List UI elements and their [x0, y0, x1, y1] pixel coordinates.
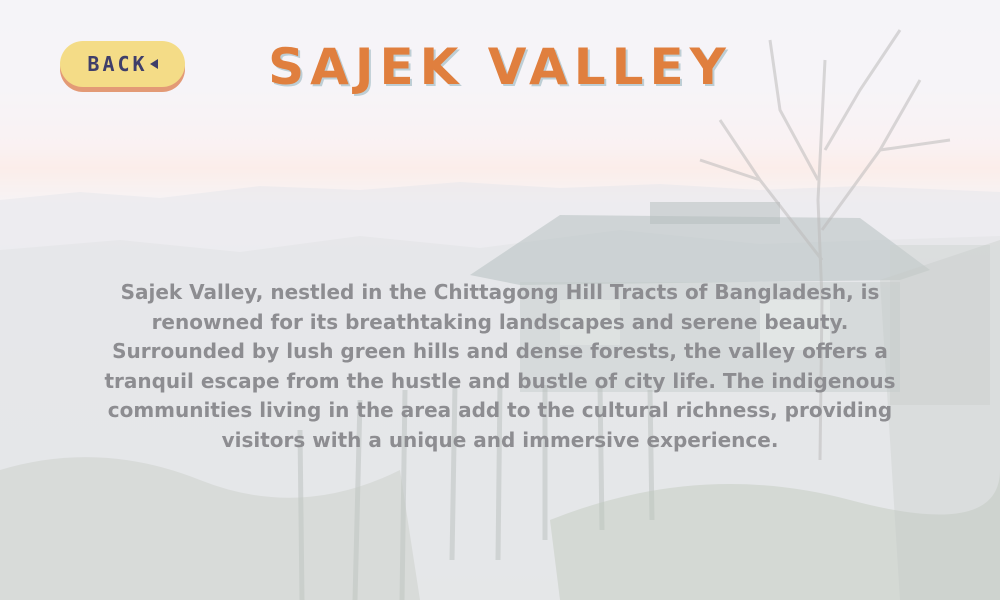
page-title: SAJEK VALLEY — [268, 38, 732, 96]
description-text: Sajek Valley, nestled in the Chittagong … — [104, 280, 896, 452]
